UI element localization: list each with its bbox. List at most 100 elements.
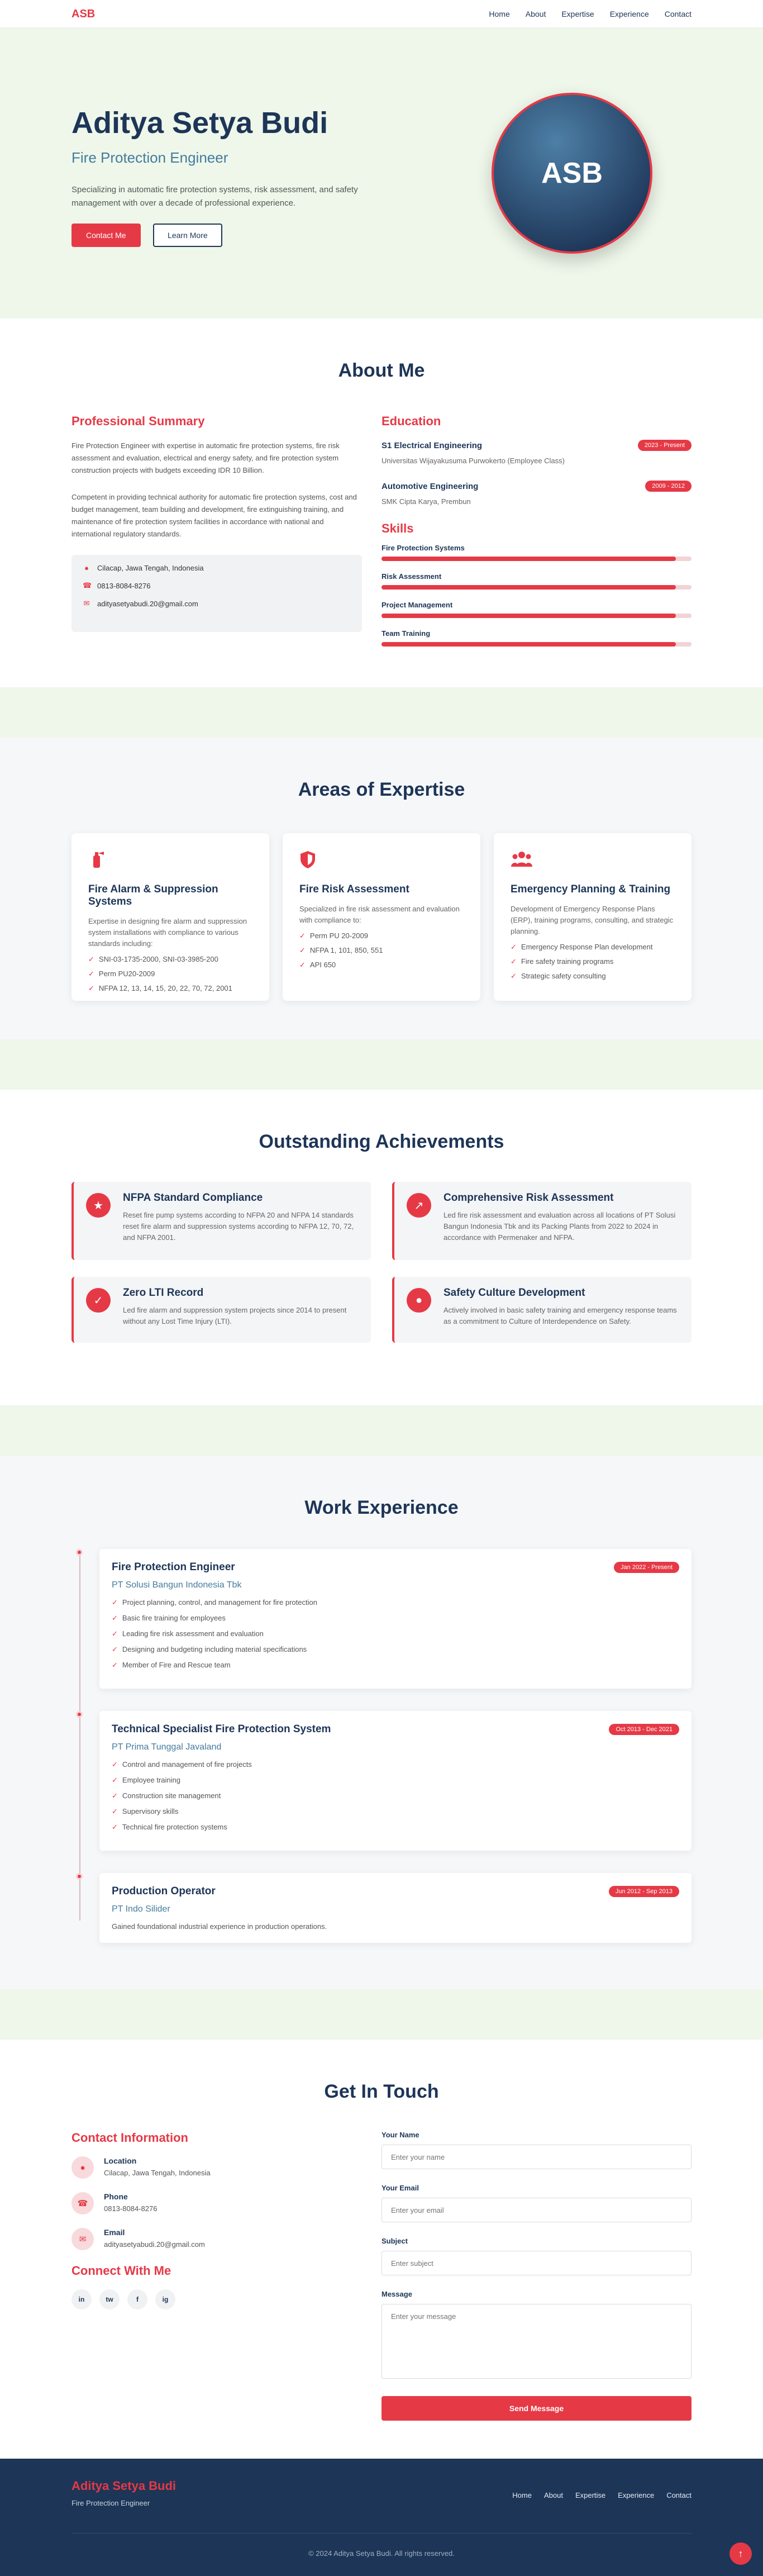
expertise-card: Emergency Planning & Training Developmen… [494,833,692,1001]
achievement-card: ★ NFPA Standard Compliance Reset fire pu… [71,1182,371,1260]
fire-extinguisher-icon [88,850,252,871]
about-phone-row: ☎ 0813-8084-8276 [83,581,351,590]
footer-link-contact[interactable]: Contact [666,2491,692,2499]
contact-location-value: Cilacap, Jawa Tengah, Indonesia [104,2169,211,2177]
expertise-card-title: Emergency Planning & Training [511,883,671,895]
about-email[interactable]: adityasetyabudi.20@gmail.com [97,600,198,608]
about-title: About Me [338,360,425,381]
footer-divider [71,2533,692,2534]
learn-more-button[interactable]: Learn More [153,223,222,247]
education-item: Automotive Engineering 2009 - 2012 SMK C… [382,481,692,506]
check-icon: ✓ [112,1614,118,1622]
team-icon: ● [407,1288,431,1313]
check-icon: ✓ [511,957,517,966]
expertise-card-description: Development of Emergency Response Plans … [511,905,674,935]
footer-name: Aditya Setya Budi [71,2479,177,2493]
name-input[interactable] [382,2145,692,2169]
phone-icon: ☎ [71,2192,94,2214]
job-company: PT Prima Tunggal Javaland [112,1742,222,1752]
education-item: S1 Electrical Engineering 2023 - Present… [382,440,692,465]
work-experience-section: Work Experience Fire Protection Engineer… [0,1456,763,1989]
list-item: ✓ Basic fire training for employees [112,1614,226,1622]
facebook-icon[interactable]: f [127,2289,147,2309]
check-icon: ✓ [511,972,517,980]
nav-links: Home About Expertise Experience Contact [489,9,692,18]
footer-link-expertise[interactable]: Expertise [575,2491,605,2499]
trophy-icon: ★ [86,1193,111,1218]
shield-check-icon: ✓ [86,1288,111,1313]
timeline-line [79,1549,80,1921]
nav-link-experience[interactable]: Experience [610,9,649,18]
contact-phone: ☎ Phone 0813-8084-8276 [71,2192,362,2214]
achievement-title: Zero LTI Record [123,1287,204,1299]
expertise-card: Fire Alarm & Suppression Systems Experti… [71,833,269,1001]
skills-heading: Skills [382,521,414,535]
achievement-description: Reset fire pump systems according to NFP… [123,1211,354,1242]
skill-item: Team Training [382,629,692,647]
email-input[interactable] [382,2198,692,2222]
nav-link-contact[interactable]: Contact [665,9,692,18]
job-period-badge: Oct 2013 - Dec 2021 [609,1724,679,1735]
education-school: SMK Cipta Karya, Prembun [382,497,471,506]
contact-title: Get In Touch [324,2081,439,2102]
nav-link-expertise[interactable]: Expertise [561,9,594,18]
map-pin-icon: ● [84,564,89,572]
instagram-icon[interactable]: ig [155,2289,175,2309]
nav-link-about[interactable]: About [526,9,546,18]
achievement-description: Led fire risk assessment and evaluation … [444,1211,676,1242]
summary-paragraph-1: Fire Protection Engineer with expertise … [71,441,340,474]
list-item: ✓ Employee training [112,1776,180,1784]
contact-phone-value: 0813-8084-8276 [104,2204,158,2213]
send-message-button[interactable]: Send Message [382,2396,692,2421]
job-title: Fire Protection Engineer [112,1561,235,1573]
chart-icon: ↗ [407,1193,431,1218]
job-title: Technical Specialist Fire Protection Sys… [112,1723,331,1735]
contact-email-value[interactable]: adityasetyabudi.20@gmail.com [104,2240,205,2249]
job-card: Technical Specialist Fire Protection Sys… [76,1711,692,1851]
skill-bar-fill [382,585,676,590]
list-item: ✓ Control and management of fire projects [112,1760,252,1769]
list-item: ✓ NFPA 12, 13, 14, 15, 20, 22, 70, 72, 20… [88,984,232,992]
achievements-title: Outstanding Achievements [259,1131,504,1152]
subject-input[interactable] [382,2251,692,2275]
list-item: ✓ Designing and budgeting including mater… [112,1645,307,1653]
email-label: Your Email [382,2184,419,2192]
twitter-icon[interactable]: tw [99,2289,120,2309]
nav-link-home[interactable]: Home [489,9,509,18]
skill-label: Risk Assessment [382,572,442,581]
message-textarea[interactable] [382,2304,692,2379]
logo[interactable]: ASB [71,8,95,21]
about-right-column: Education S1 Electrical Engineering 2023… [382,414,692,658]
back-to-top-button[interactable]: ↑ [729,2542,752,2565]
about-left-column: Professional Summary Fire Protection Eng… [71,414,362,658]
check-icon: ✓ [112,1791,118,1800]
expertise-card-title: Fire Alarm & Suppression Systems [88,883,218,907]
about-location-row: ● Cilacap, Jawa Tengah, Indonesia [83,564,351,572]
timeline-dot [76,1873,83,1880]
arrow-up-icon: ↑ [738,2548,743,2559]
hero-text: Aditya Setya Budi Fire Protection Engine… [71,100,384,247]
expertise-title: Areas of Expertise [298,779,465,800]
list-item: ✓ Supervisory skills [112,1807,179,1815]
education-period-badge: 2023 - Present [637,440,692,451]
timeline-dot [76,1711,83,1718]
achievement-card: ● Safety Culture Development Actively in… [392,1277,692,1343]
avatar: ASB [492,93,652,254]
copyright: © 2024 Aditya Setya Budi. All rights res… [308,2549,455,2558]
check-icon: ✓ [112,1823,118,1831]
footer-link-experience[interactable]: Experience [618,2491,654,2499]
check-icon: ✓ [112,1776,118,1784]
section-spacer [0,1039,763,1090]
footer-link-about[interactable]: About [544,2491,563,2499]
check-icon: ✓ [88,984,94,992]
linkedin-icon[interactable]: in [71,2289,92,2309]
footer-link-home[interactable]: Home [512,2491,532,2499]
achievement-title: Comprehensive Risk Assessment [444,1192,614,1204]
list-item: ✓ Construction site management [112,1791,221,1800]
contact-me-button[interactable]: Contact Me [71,223,141,247]
check-icon: ✓ [112,1629,118,1638]
achievement-title: Safety Culture Development [444,1287,585,1299]
check-icon: ✓ [88,969,94,978]
section-spacer [0,687,763,738]
map-pin-icon: ● [71,2156,94,2179]
